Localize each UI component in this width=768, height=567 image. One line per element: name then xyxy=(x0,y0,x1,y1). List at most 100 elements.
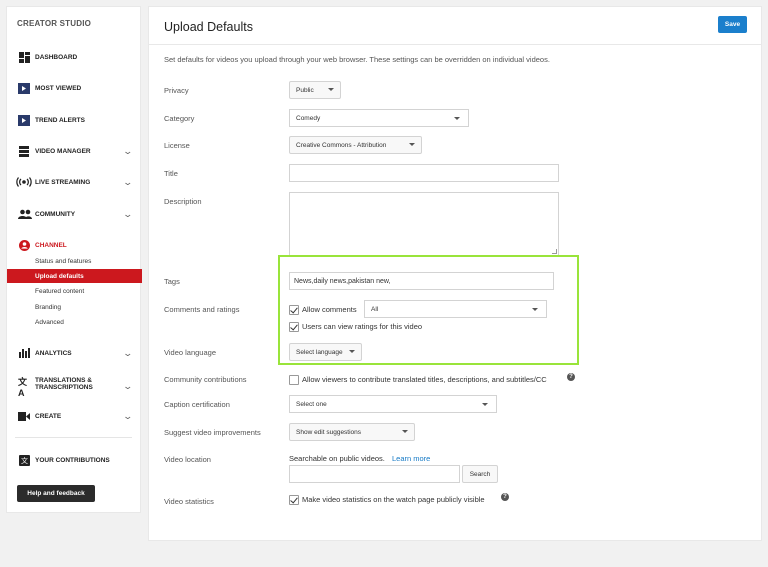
tags-label: Tags xyxy=(164,277,180,286)
sidebar-item-label: ANALYTICS xyxy=(35,349,72,357)
category-label: Category xyxy=(164,114,195,123)
license-value: Creative Commons - Attribution xyxy=(296,141,387,149)
tags-input[interactable]: News,daily news,pakistan new, xyxy=(289,272,554,290)
allow-comments-label: Allow comments xyxy=(302,305,357,314)
statistics-checkbox[interactable] xyxy=(289,495,299,505)
chevron-down-icon[interactable]: ⌄ xyxy=(123,381,134,392)
chevron-down-icon[interactable]: ⌄ xyxy=(123,209,134,220)
sidebar-item-label: CREATE xyxy=(35,412,62,420)
video-manager-icon xyxy=(18,145,30,157)
page-title: Upload Defaults xyxy=(164,20,253,34)
sidebar-item-label: CHANNEL xyxy=(35,241,67,249)
suggest-label: Suggest video improvements xyxy=(164,428,261,437)
sidebar-item-community[interactable]: COMMUNITY ⌄ xyxy=(7,204,142,224)
sidebar-item-dashboard[interactable]: DASHBOARD xyxy=(7,47,142,67)
sidebar-divider xyxy=(15,437,132,438)
sidebar-item-translations[interactable]: 文A TRANSLATIONS & TRANSCRIPTIONS ⌄ xyxy=(7,374,142,398)
caret-down-icon xyxy=(454,117,460,120)
sidebar: CREATOR STUDIO DASHBOARD MOST VIEWED TRE… xyxy=(6,6,142,513)
chevron-down-icon[interactable]: ⌄ xyxy=(123,348,134,359)
chevron-down-icon[interactable]: ⌄ xyxy=(123,146,134,157)
sidebar-title: CREATOR STUDIO xyxy=(17,19,92,28)
resize-grip-icon[interactable] xyxy=(552,249,557,254)
dashboard-icon xyxy=(18,51,30,63)
sidebar-item-channel[interactable]: CHANNEL xyxy=(7,235,142,255)
category-select[interactable]: Comedy xyxy=(289,109,469,127)
title-input[interactable] xyxy=(289,164,559,182)
help-icon[interactable]: ? xyxy=(567,373,575,381)
live-broadcast-icon xyxy=(15,176,33,188)
chevron-down-icon[interactable]: ⌄ xyxy=(123,411,134,422)
sidebar-item-label: YOUR CONTRIBUTIONS xyxy=(35,456,110,464)
description-textarea[interactable] xyxy=(289,192,559,256)
translate-icon: 文A xyxy=(18,376,28,398)
help-icon[interactable]: ? xyxy=(501,493,509,501)
comments-label: Comments and ratings xyxy=(164,305,240,314)
caption-select[interactable]: Select one xyxy=(289,395,497,413)
sidebar-sub-label: Status and features xyxy=(35,257,92,265)
caret-down-icon xyxy=(532,308,538,311)
intro-text: Set defaults for videos you upload throu… xyxy=(164,55,550,64)
license-dropdown[interactable]: Creative Commons - Attribution xyxy=(289,136,422,154)
bar-chart-icon xyxy=(18,347,30,359)
location-label: Video location xyxy=(164,455,211,464)
sidebar-sub-advanced[interactable]: Advanced xyxy=(7,315,142,329)
main-panel: Upload Defaults Save Set defaults for vi… xyxy=(148,6,762,541)
location-input[interactable] xyxy=(289,465,460,483)
help-feedback-button[interactable]: Help and feedback xyxy=(17,485,95,502)
sidebar-item-label: MOST VIEWED xyxy=(35,84,82,92)
caption-label: Caption certification xyxy=(164,400,230,409)
caret-down-icon xyxy=(328,88,334,91)
sidebar-sub-featured[interactable]: Featured content xyxy=(7,284,142,298)
save-button[interactable]: Save xyxy=(718,16,747,33)
sidebar-item-video-manager[interactable]: VIDEO MANAGER ⌄ xyxy=(7,141,142,161)
video-thumbnail-icon xyxy=(18,82,30,94)
sidebar-item-create[interactable]: CREATE ⌄ xyxy=(7,406,142,426)
allow-comments-checkbox[interactable] xyxy=(289,305,299,315)
privacy-dropdown[interactable]: Public xyxy=(289,81,341,99)
privacy-value: Public xyxy=(296,86,314,94)
sidebar-item-label: TREND ALERTS xyxy=(35,116,85,124)
learn-more-link[interactable]: Learn more xyxy=(392,454,430,463)
sidebar-sub-status[interactable]: Status and features xyxy=(7,254,142,268)
view-ratings-label: Users can view ratings for this video xyxy=(302,322,423,331)
community-contrib-label: Allow viewers to contribute translated t… xyxy=(302,375,547,384)
title-label: Title xyxy=(164,169,178,178)
video-language-value: Select language xyxy=(296,348,343,356)
comments-value: All xyxy=(371,305,379,313)
svg-text:文: 文 xyxy=(21,456,28,465)
sidebar-item-your-contributions[interactable]: 文 YOUR CONTRIBUTIONS xyxy=(7,450,142,470)
license-label: License xyxy=(164,141,190,150)
location-text: Searchable on public videos. xyxy=(289,454,385,463)
sidebar-sub-label: Featured content xyxy=(35,287,85,295)
video-language-dropdown[interactable]: Select language xyxy=(289,343,362,361)
sidebar-sub-branding[interactable]: Branding xyxy=(7,300,142,314)
translate-box-icon: 文 xyxy=(18,454,30,466)
community-contrib-checkbox[interactable] xyxy=(289,375,299,385)
sidebar-item-live-streaming[interactable]: LIVE STREAMING ⌄ xyxy=(7,172,142,192)
video-camera-icon xyxy=(18,410,30,422)
sidebar-sub-label: Branding xyxy=(35,303,62,311)
view-ratings-checkbox[interactable] xyxy=(289,322,299,332)
sidebar-item-label: TRANSLATIONS & xyxy=(35,377,92,384)
category-value: Comedy xyxy=(296,114,321,122)
sidebar-item-label: TRANSCRIPTIONS xyxy=(35,384,93,391)
suggest-dropdown[interactable]: Show edit suggestions xyxy=(289,423,415,441)
sidebar-sub-upload-defaults[interactable]: Upload defaults xyxy=(7,269,142,283)
privacy-label: Privacy xyxy=(164,86,189,95)
sidebar-item-trend-alerts[interactable]: TREND ALERTS xyxy=(7,110,142,130)
chevron-down-icon[interactable]: ⌄ xyxy=(123,177,134,188)
sidebar-item-label: DASHBOARD xyxy=(35,53,78,61)
caret-down-icon xyxy=(409,143,415,146)
sidebar-item-most-viewed[interactable]: MOST VIEWED xyxy=(7,78,142,98)
statistics-label: Video statistics xyxy=(164,497,214,506)
sidebar-sub-label: Upload defaults xyxy=(35,272,84,280)
location-search-button[interactable]: Search xyxy=(462,465,498,483)
comments-select[interactable]: All xyxy=(364,300,547,318)
sidebar-item-label: COMMUNITY xyxy=(35,210,76,218)
video-thumbnail-icon xyxy=(18,114,30,126)
header-divider xyxy=(149,44,761,45)
suggest-value: Show edit suggestions xyxy=(296,428,362,436)
sidebar-item-analytics[interactable]: ANALYTICS ⌄ xyxy=(7,343,142,363)
statistics-checkbox-label: Make video statistics on the watch page … xyxy=(302,495,485,504)
